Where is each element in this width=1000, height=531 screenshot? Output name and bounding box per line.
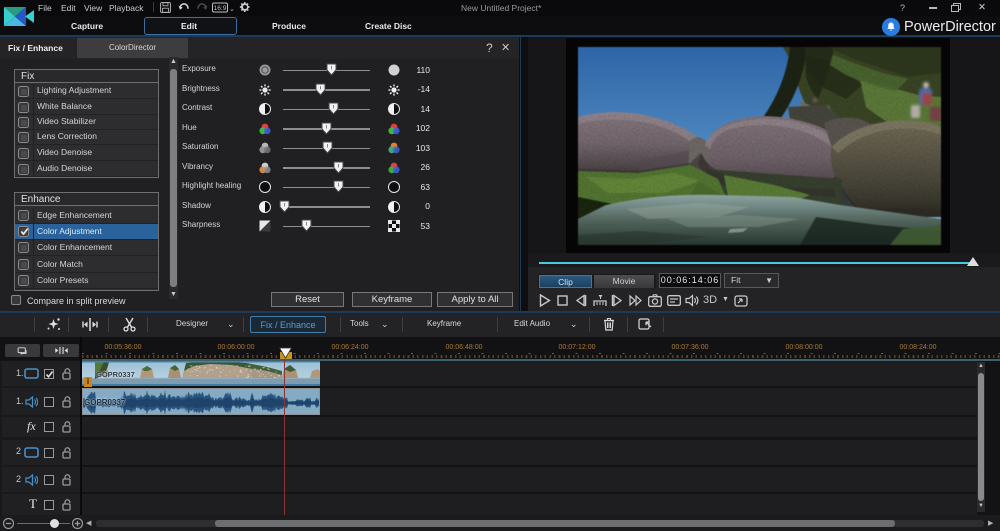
svg-text:16:9: 16:9: [214, 5, 227, 12]
